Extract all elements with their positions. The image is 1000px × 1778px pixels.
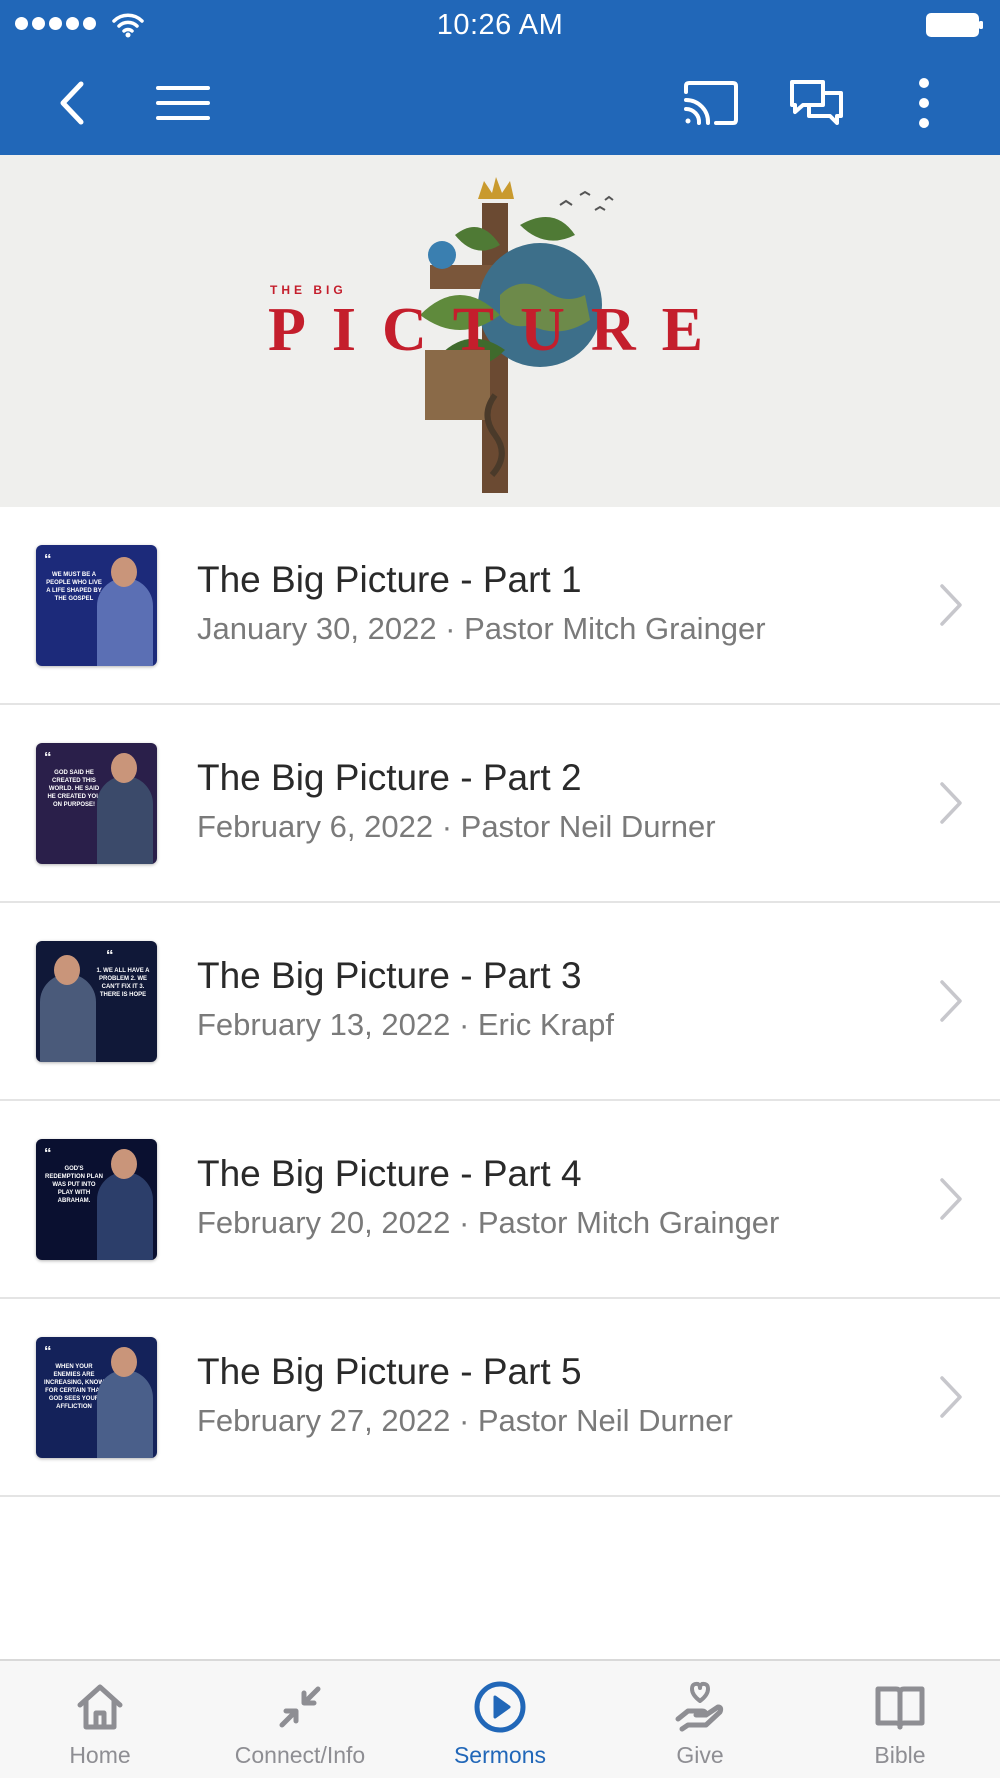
top-bar: 10:26 AM xyxy=(0,0,1000,155)
tab-label: Connect/Info xyxy=(234,1742,366,1768)
sermon-date-speaker: February 27, 2022 · Pastor Neil Durner xyxy=(197,1403,733,1438)
sermon-thumbnail: “ GOD'S REDEMPTION PLAN WAS PUT INTO PLA… xyxy=(36,1139,157,1260)
more-vertical-icon xyxy=(919,78,929,128)
home-icon xyxy=(77,1684,123,1730)
sermon-list: “ WE MUST BE A PEOPLE WHO LIVE A LIFE SH… xyxy=(0,507,1000,1497)
sermon-title: The Big Picture - Part 3 xyxy=(197,955,582,996)
open-book-icon xyxy=(875,1686,925,1730)
sermon-row[interactable]: “ WHEN YOUR ENEMIES ARE INCREASING, KNOW… xyxy=(0,1299,1000,1497)
sermon-date-speaker: February 20, 2022 · Pastor Mitch Grainge… xyxy=(197,1205,780,1240)
sermon-title: The Big Picture - Part 2 xyxy=(197,757,582,798)
status-time: 10:26 AM xyxy=(436,9,564,41)
sermon-date-speaker: February 13, 2022 · Eric Krapf xyxy=(197,1007,614,1042)
thumbnail-quote: WE MUST BE A PEOPLE WHO LIVE A LIFE SHAP… xyxy=(46,572,102,602)
chevron-right-icon xyxy=(940,980,962,1022)
tab-give[interactable]: Give xyxy=(600,1661,800,1778)
sermon-row[interactable]: “ 1. WE ALL HAVE A PROBLEM 2. WE CAN'T F… xyxy=(0,903,1000,1101)
tab-label: Home xyxy=(69,1742,131,1768)
sermon-thumbnail: “ WE MUST BE A PEOPLE WHO LIVE A LIFE SH… xyxy=(36,545,157,666)
status-bar: 10:26 AM xyxy=(0,0,1000,50)
sermon-date-speaker: February 6, 2022 · Pastor Neil Durner xyxy=(197,809,716,844)
more-button[interactable] xyxy=(889,68,959,138)
sermon-thumbnail: “ WHEN YOUR ENEMIES ARE INCREASING, KNOW… xyxy=(36,1337,157,1458)
hamburger-menu-icon xyxy=(156,86,210,120)
cast-icon xyxy=(684,81,738,125)
menu-button[interactable] xyxy=(148,68,218,138)
hand-heart-icon xyxy=(675,1681,724,1732)
banner-title: PICTURE xyxy=(268,296,730,364)
sermon-date-speaker: January 30, 2022 · Pastor Mitch Grainger xyxy=(197,611,766,646)
chat-button[interactable] xyxy=(782,68,852,138)
back-button[interactable] xyxy=(38,68,108,138)
battery-icon xyxy=(926,13,983,37)
arrows-inward-icon xyxy=(279,1686,321,1728)
thumbnail-quote: GOD'S REDEMPTION PLAN WAS PUT INTO PLAY … xyxy=(44,1166,103,1204)
play-circle-icon xyxy=(474,1681,526,1733)
thumbnail-quote: GOD SAID HE CREATED THIS WORLD. HE SAID … xyxy=(47,770,101,808)
sermon-title: The Big Picture - Part 5 xyxy=(197,1351,582,1392)
chevron-right-icon xyxy=(940,1376,962,1418)
thumbnail-quote: 1. WE ALL HAVE A PROBLEM 2. WE CAN'T FIX… xyxy=(96,968,150,998)
sermon-row[interactable]: “ GOD'S REDEMPTION PLAN WAS PUT INTO PLA… xyxy=(0,1101,1000,1299)
sermon-row[interactable]: “ GOD SAID HE CREATED THIS WORLD. HE SAI… xyxy=(0,705,1000,903)
tab-bar: Home Connect/Info Sermons Give Bible xyxy=(0,1659,1000,1778)
app-screen: 10:26 AM THE BIG PICTURE “ WE MUST BE A … xyxy=(0,0,1000,1778)
chevron-left-icon xyxy=(60,81,84,125)
sermon-thumbnail: “ GOD SAID HE CREATED THIS WORLD. HE SAI… xyxy=(36,743,157,864)
series-banner: THE BIG PICTURE xyxy=(0,155,1000,507)
sermon-thumbnail: “ 1. WE ALL HAVE A PROBLEM 2. WE CAN'T F… xyxy=(36,941,157,1062)
tab-connect-info[interactable]: Connect/Info xyxy=(200,1661,400,1778)
chevron-right-icon xyxy=(940,1178,962,1220)
thumbnail-quote: WHEN YOUR ENEMIES ARE INCREASING, KNOW F… xyxy=(44,1364,104,1410)
tab-sermons[interactable]: Sermons xyxy=(400,1661,600,1778)
chevron-right-icon xyxy=(940,782,962,824)
tab-bible[interactable]: Bible xyxy=(800,1661,1000,1778)
tab-label: Give xyxy=(676,1742,724,1768)
tab-label: Bible xyxy=(874,1742,926,1768)
chevron-right-icon xyxy=(940,584,962,626)
chat-bubbles-icon xyxy=(790,80,843,125)
sermon-title: The Big Picture - Part 4 xyxy=(197,1153,582,1194)
sermon-title: The Big Picture - Part 1 xyxy=(197,559,582,600)
tab-label: Sermons xyxy=(453,1742,547,1768)
cast-button[interactable] xyxy=(676,68,746,138)
sermon-row[interactable]: “ WE MUST BE A PEOPLE WHO LIVE A LIFE SH… xyxy=(0,507,1000,705)
tab-home[interactable]: Home xyxy=(0,1661,200,1778)
